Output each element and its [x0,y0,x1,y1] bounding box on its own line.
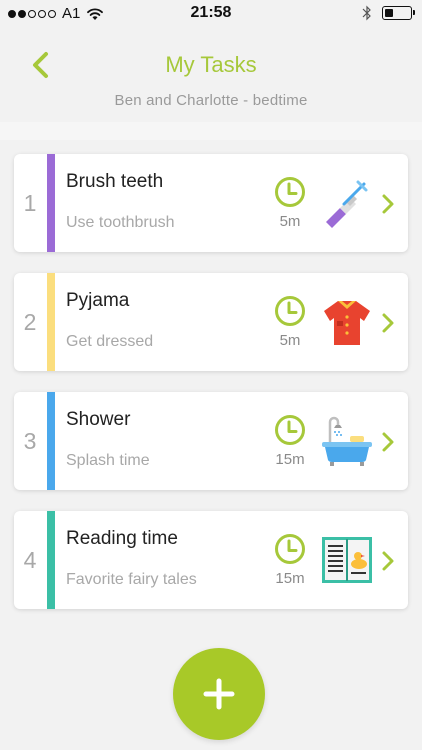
task-card-shower[interactable]: 3 Shower Splash time 15m [14,392,408,490]
task-title: Pyjama [66,290,130,311]
clock-icon [275,415,305,445]
bathtub-icon [322,416,372,466]
task-title: Brush teeth [66,171,164,192]
add-task-button[interactable] [173,648,265,740]
task-duration: 15m [270,533,310,587]
task-card-reading-time[interactable]: 4 Reading time Favorite fairy tales 15m [14,511,408,609]
duration-label: 5m [279,213,301,230]
toothbrush-icon [326,180,368,228]
task-description: Splash time [66,452,150,469]
task-description: Favorite fairy tales [66,571,197,588]
clock-icon [275,534,305,564]
page-subtitle: Ben and Charlotte - bedtime [114,92,308,109]
task-number: 2 [23,308,37,335]
task-number: 1 [23,189,37,216]
page-title: My Tasks [165,52,257,77]
clock-icon [275,296,305,326]
bluetooth-icon [362,5,371,21]
duration-label: 15m [275,451,305,468]
task-color-bar [47,511,55,609]
duration-label: 5m [279,332,301,349]
task-color-bar [47,392,55,490]
task-duration: 5m [270,295,310,349]
status-right [362,5,415,21]
task-description: Get dressed [66,333,154,350]
task-number: 4 [23,546,37,573]
task-card-brush-teeth[interactable]: 1 Brush teeth Use toothbrush 5m [14,154,408,252]
task-duration: 15m [270,414,310,468]
task-title: Shower [66,409,131,430]
chevron-right-icon[interactable] [381,431,395,453]
task-title: Reading time [66,528,178,549]
task-card-pyjama[interactable]: 2 Pyjama Get dressed 5m [14,273,408,371]
task-duration: 5m [270,176,310,230]
duration-label: 15m [275,570,305,587]
plus-icon [203,678,235,710]
battery-icon [382,6,415,20]
task-color-bar [47,273,55,371]
task-description: Use toothbrush [66,214,175,231]
status-bar: A1 21:58 [0,0,422,28]
header: My Tasks Ben and Charlotte - bedtime [0,28,422,122]
status-time: 21:58 [190,4,232,21]
shirt-icon [324,301,370,345]
task-number: 3 [23,427,37,454]
chevron-right-icon[interactable] [381,550,395,572]
chevron-right-icon[interactable] [381,193,395,215]
chevron-right-icon[interactable] [381,312,395,334]
clock-icon [275,177,305,207]
book-icon [322,537,372,583]
task-list: 1 Brush teeth Use toothbrush 5m 2 Pyjama… [0,122,422,618]
task-color-bar [47,154,55,252]
